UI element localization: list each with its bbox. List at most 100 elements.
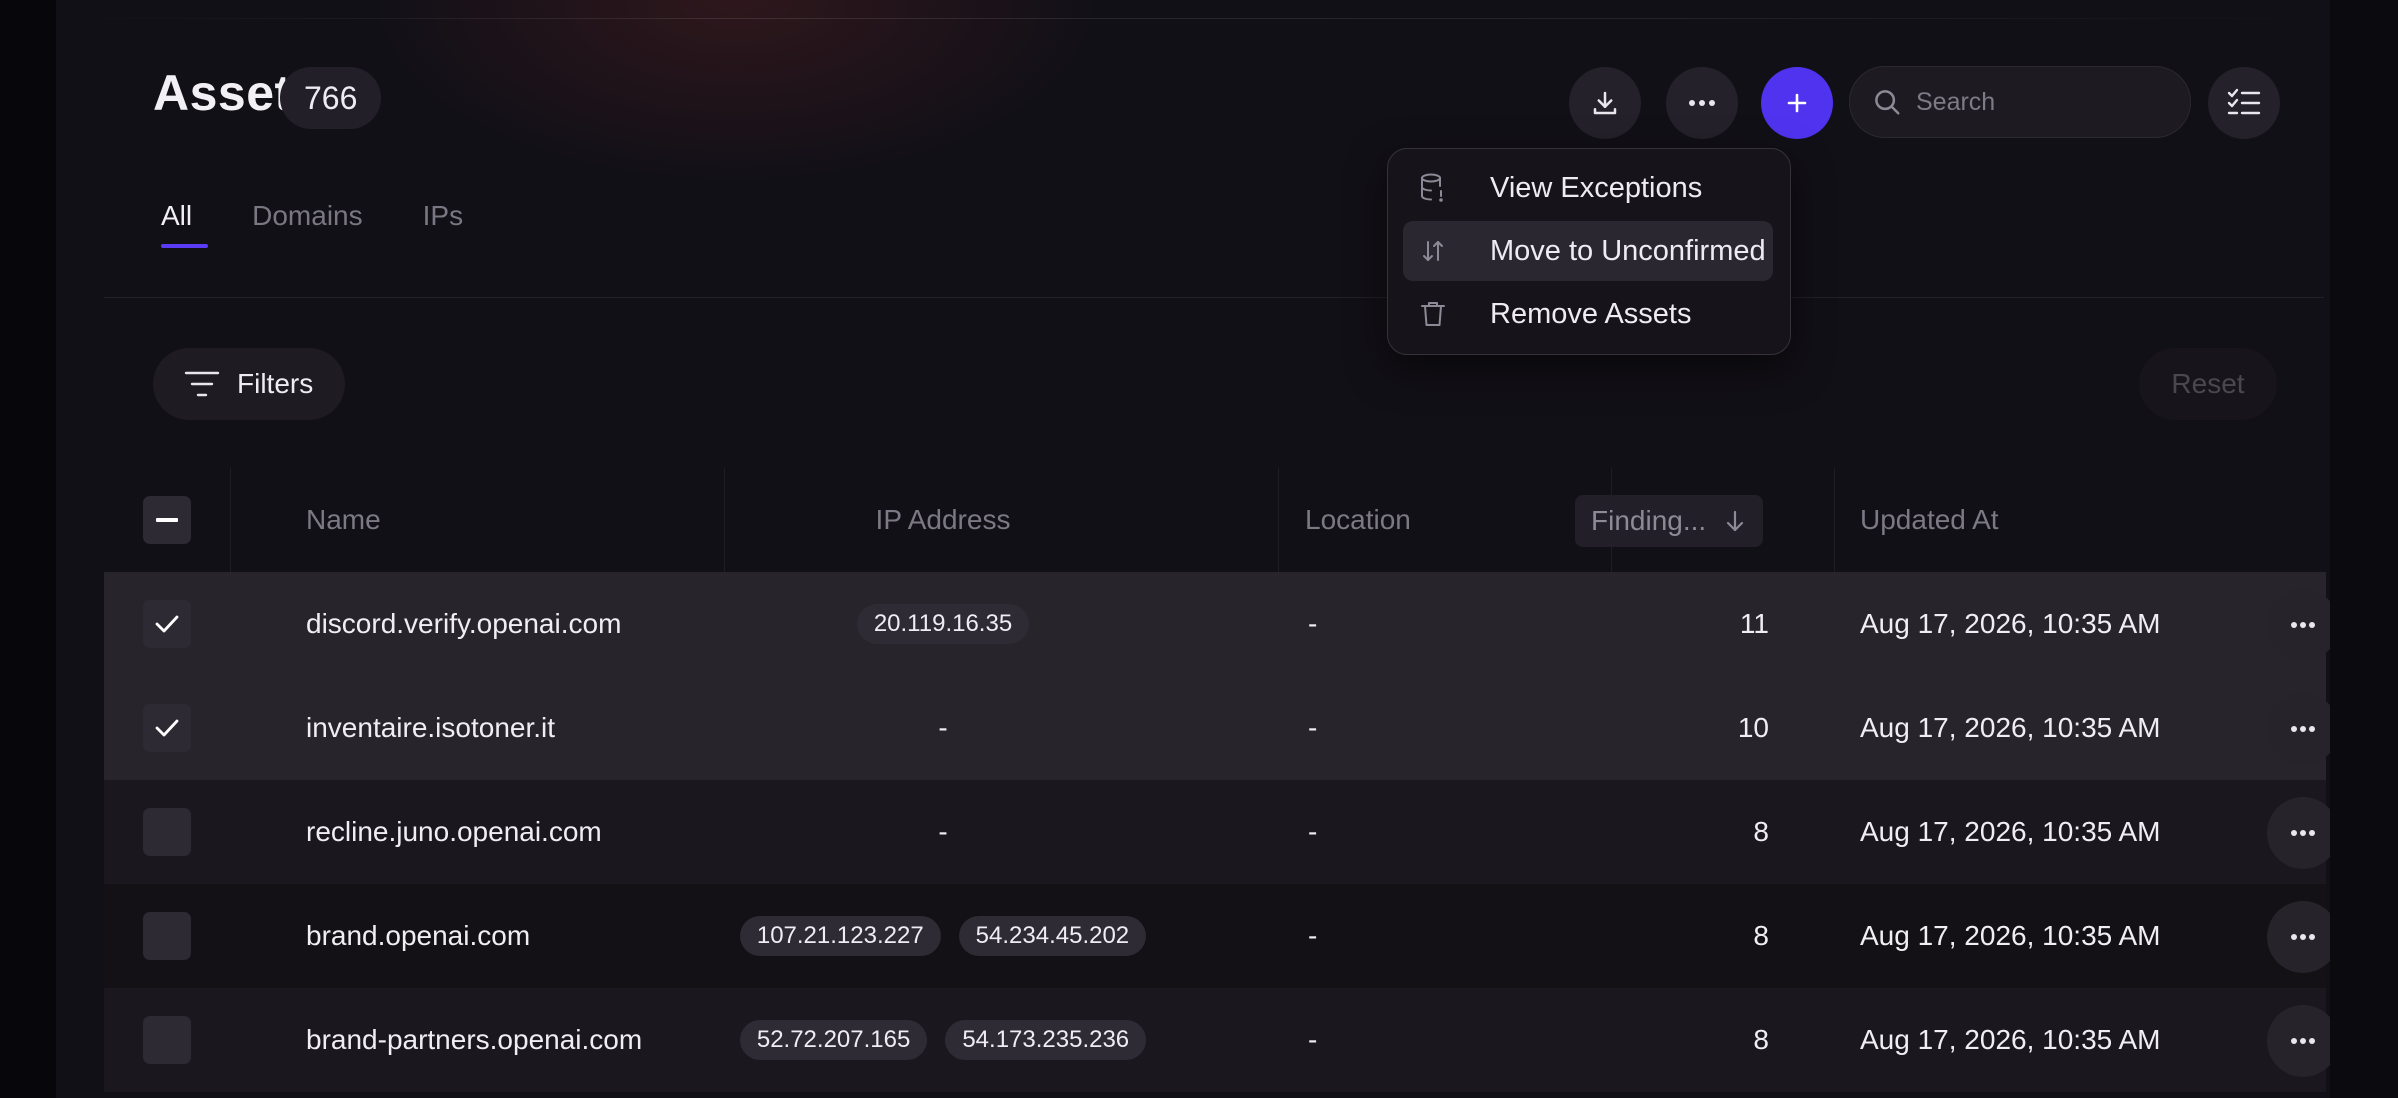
menu-item-view-exceptions[interactable]: View Exceptions (1403, 158, 1773, 218)
add-asset-button[interactable] (1761, 67, 1833, 139)
menu-item-remove-assets[interactable]: Remove Assets (1403, 284, 1773, 344)
updated-at-value: Aug 17, 2026, 10:35 AM (1860, 712, 2161, 743)
database-exception-icon (1418, 173, 1448, 203)
row-checkbox[interactable] (143, 704, 191, 752)
row-actions-button[interactable] (2267, 693, 2330, 765)
left-rail (0, 0, 56, 1098)
tab-domains[interactable]: Domains (252, 200, 362, 248)
ip-address-cell: 107.21.123.227 54.234.45.202 (668, 884, 1218, 988)
row-checkbox[interactable] (143, 600, 191, 648)
column-findings-sorted[interactable]: Finding... (1575, 495, 1763, 547)
top-divider (56, 18, 2330, 19)
asset-count-badge: 766 (280, 67, 382, 129)
table-row[interactable]: recline.juno.openai.com - - 8 Aug 17, 20… (104, 780, 2330, 884)
asset-name: discord.verify.openai.com (306, 608, 622, 639)
location-value: - (1308, 816, 1318, 847)
tab-ips[interactable]: IPs (423, 200, 463, 248)
check-icon (155, 615, 179, 633)
updated-at-value: Aug 17, 2026, 10:35 AM (1860, 608, 2161, 639)
arrow-down-icon (1726, 510, 1744, 532)
tab-all[interactable]: All (161, 200, 209, 248)
more-horizontal-icon (2291, 1038, 2315, 1044)
table-row[interactable]: brand-partners.openai.com 52.72.207.165 … (104, 988, 2330, 1092)
more-horizontal-icon (2291, 934, 2315, 940)
download-icon (1593, 91, 1617, 115)
menu-item-label: Move to Unconfirmed (1490, 234, 1766, 267)
ip-empty: - (938, 712, 948, 743)
filters-label: Filters (237, 368, 314, 399)
updated-at-value: Aug 17, 2026, 10:35 AM (1860, 816, 2161, 847)
ip-address-cell: - (668, 676, 1218, 780)
right-rail (2330, 0, 2398, 1098)
column-name[interactable]: Name (306, 468, 381, 572)
column-separator (1278, 468, 1279, 572)
reset-button[interactable]: Reset (2139, 348, 2277, 420)
row-actions-button[interactable] (2267, 589, 2330, 661)
search-box[interactable] (1849, 66, 2191, 138)
location-value: - (1308, 608, 1318, 639)
asset-name: recline.juno.openai.com (306, 816, 602, 847)
asset-name: brand.openai.com (306, 920, 531, 951)
sort-arrows-icon (1418, 236, 1448, 266)
column-separator (1834, 468, 1835, 572)
ip-address-cell: 20.119.16.35 (668, 572, 1218, 676)
plus-icon (1787, 93, 1807, 113)
checklist-icon (2227, 88, 2261, 115)
filter-icon (184, 371, 220, 397)
more-horizontal-icon (1689, 100, 1715, 106)
row-checkbox[interactable] (143, 808, 191, 856)
findings-count: 8 (1753, 920, 1769, 951)
ip-chip: 54.234.45.202 (958, 916, 1147, 956)
column-ip-address[interactable]: IP Address (668, 468, 1218, 572)
asset-tabs: All Domains IPs (161, 200, 523, 248)
updated-at-value: Aug 17, 2026, 10:35 AM (1860, 920, 2161, 951)
ip-address-cell: 52.72.207.165 54.173.235.236 (668, 988, 1218, 1092)
table-row[interactable]: discord.verify.openai.com 20.119.16.35 -… (104, 572, 2330, 676)
findings-count: 11 (1739, 608, 1769, 639)
more-horizontal-icon (2291, 830, 2315, 836)
updated-at-value: Aug 17, 2026, 10:35 AM (1860, 1024, 2161, 1055)
menu-item-label: Remove Assets (1490, 297, 1692, 330)
checklist-view-button[interactable] (2208, 67, 2280, 139)
row-actions-button[interactable] (2267, 901, 2330, 973)
column-updated-at[interactable]: Updated At (1860, 468, 1999, 572)
check-icon (155, 719, 179, 737)
more-actions-button[interactable] (1666, 67, 1738, 139)
ip-empty: - (938, 816, 948, 847)
ip-chip: 20.119.16.35 (856, 604, 1030, 644)
more-horizontal-icon (2291, 726, 2315, 732)
search-icon (1875, 90, 1900, 115)
findings-count: 8 (1753, 816, 1769, 847)
row-actions-button[interactable] (2267, 797, 2330, 869)
trash-icon (1418, 299, 1448, 329)
column-separator (230, 468, 231, 572)
search-input[interactable] (1916, 87, 2166, 117)
download-button[interactable] (1569, 67, 1641, 139)
ip-address-cell: - (668, 780, 1218, 884)
ip-chip: 52.72.207.165 (739, 1020, 928, 1060)
more-horizontal-icon (2291, 622, 2315, 628)
location-value: - (1308, 1024, 1318, 1055)
assets-panel: Assets 766 All Domains IPs (56, 0, 2330, 1098)
column-findings: Finding... (1591, 505, 1707, 536)
findings-count: 10 (1737, 712, 1769, 743)
table-row[interactable]: brand.openai.com 107.21.123.227 54.234.4… (104, 884, 2330, 988)
findings-count: 8 (1753, 1024, 1769, 1055)
row-actions-button[interactable] (2267, 1005, 2330, 1077)
filters-button[interactable]: Filters (153, 348, 346, 420)
location-value: - (1308, 920, 1318, 951)
location-value: - (1308, 712, 1318, 743)
menu-item-move-to-unconfirmed[interactable]: Move to Unconfirmed (1403, 221, 1773, 281)
row-checkbox[interactable] (143, 1016, 191, 1064)
select-all-checkbox[interactable] (143, 496, 191, 544)
ip-chip: 107.21.123.227 (739, 916, 941, 956)
table-row[interactable]: inventaire.isotoner.it - - 10 Aug 17, 20… (104, 676, 2330, 780)
asset-name: inventaire.isotoner.it (306, 712, 556, 743)
asset-name: brand-partners.openai.com (306, 1024, 643, 1055)
assets-table: Name IP Address Location Finding... Upda… (104, 468, 2330, 1092)
column-location[interactable]: Location (1305, 468, 1411, 572)
row-checkbox[interactable] (143, 912, 191, 960)
tab-divider (104, 297, 2324, 298)
more-actions-menu: View Exceptions Move to Unconfirmed Remo… (1387, 148, 1791, 355)
table-header: Name IP Address Location Finding... Upda… (104, 468, 2326, 572)
